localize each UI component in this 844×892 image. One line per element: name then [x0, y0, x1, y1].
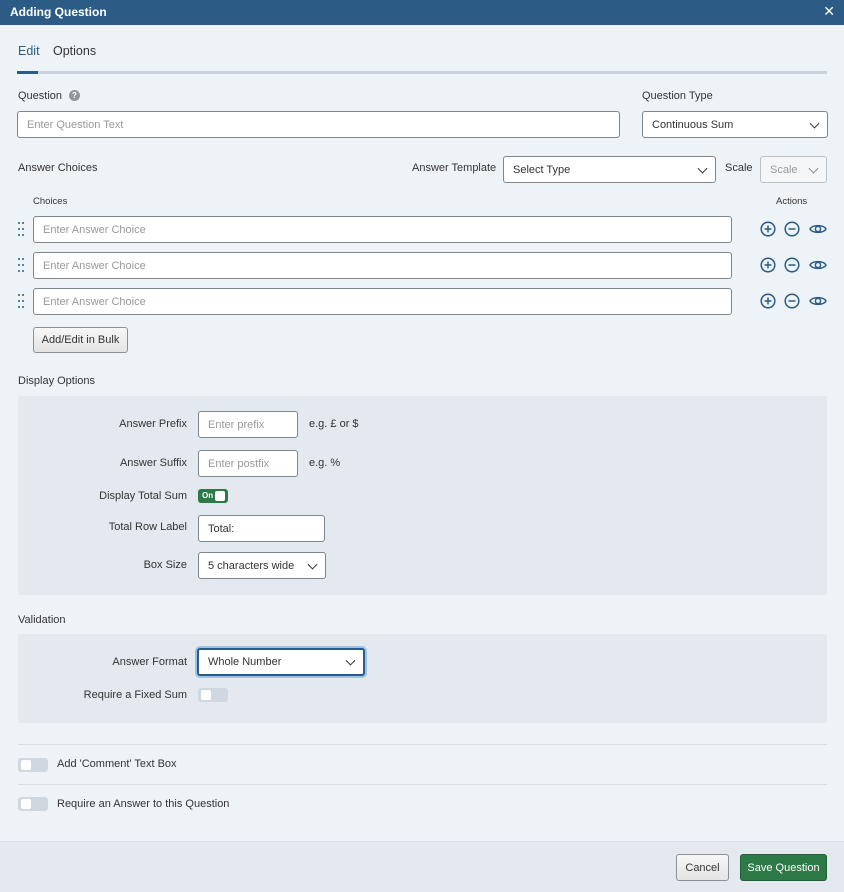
answer-prefix-input[interactable]: Enter prefix — [198, 411, 298, 438]
divider — [18, 744, 827, 745]
tab-active-indicator — [17, 71, 38, 74]
toggle-knob — [215, 491, 225, 501]
toggle-knob — [201, 690, 211, 700]
scale-select[interactable]: Scale — [760, 156, 827, 183]
divider — [18, 784, 827, 785]
comment-label: Add 'Comment' Text Box — [57, 758, 177, 770]
close-icon[interactable]: ✕ — [823, 3, 835, 20]
box-size-select[interactable]: 5 characters wide — [198, 552, 326, 579]
cancel-button[interactable]: Cancel — [676, 854, 729, 881]
answer-suffix-input[interactable]: Enter postfix — [198, 450, 298, 477]
chevron-down-icon — [307, 559, 318, 570]
chevron-down-icon — [809, 118, 820, 129]
answer-choices-label: Answer Choices — [18, 162, 98, 174]
remove-choice-icon[interactable] — [784, 257, 800, 273]
answer-prefix-label: Answer Prefix — [119, 418, 187, 430]
comment-toggle[interactable] — [18, 758, 48, 772]
dialog-titlebar: Adding Question ✕ — [0, 0, 844, 25]
box-size-label: Box Size — [143, 559, 187, 571]
eye-icon[interactable] — [809, 257, 827, 273]
eye-icon[interactable] — [809, 293, 827, 309]
answer-template-select[interactable]: Select Type — [503, 156, 716, 183]
total-row-label: Total Row Label — [108, 521, 187, 533]
answer-format-select[interactable]: Whole Number — [197, 648, 365, 676]
total-row-input[interactable]: Total: — [198, 515, 325, 542]
fixed-sum-toggle[interactable] — [198, 688, 228, 702]
actions-header: Actions — [776, 196, 808, 207]
tab-edit[interactable]: Edit — [18, 44, 40, 58]
dialog-title: Adding Question — [10, 5, 107, 19]
question-type-value: Continuous Sum — [652, 118, 734, 131]
toggle-knob — [21, 799, 31, 809]
chevron-down-icon — [345, 655, 356, 666]
drag-handle-icon[interactable] — [18, 222, 24, 236]
help-icon[interactable]: ? — [69, 90, 80, 101]
remove-choice-icon[interactable] — [784, 293, 800, 309]
answer-choice-input[interactable]: Enter Answer Choice — [33, 288, 732, 315]
add-choice-icon[interactable] — [760, 293, 776, 309]
question-label: Question — [18, 90, 63, 102]
drag-handle-icon[interactable] — [18, 294, 24, 308]
answer-format-value: Whole Number — [208, 656, 282, 668]
answer-format-label: Answer Format — [112, 656, 187, 668]
chevron-down-icon — [697, 163, 708, 174]
remove-choice-icon[interactable] — [784, 221, 800, 237]
answer-template-value: Select Type — [513, 163, 571, 176]
add-edit-bulk-button[interactable]: Add/Edit in Bulk — [33, 327, 128, 353]
choices-header: Choices — [33, 196, 68, 207]
toggle-on-text: On — [202, 491, 214, 500]
prefix-hint: e.g. £ or $ — [309, 418, 359, 430]
scale-label: Scale — [725, 162, 753, 174]
display-total-sum-toggle[interactable]: On — [198, 489, 228, 503]
answer-template-label: Answer Template — [412, 162, 497, 174]
validation-panel — [18, 634, 827, 723]
suffix-hint: e.g. % — [309, 457, 341, 469]
answer-choice-input[interactable]: Enter Answer Choice — [33, 252, 732, 279]
add-choice-icon[interactable] — [760, 221, 776, 237]
validation-label: Validation — [18, 614, 66, 626]
scale-value: Scale — [770, 163, 798, 176]
save-question-button[interactable]: Save Question — [740, 854, 827, 881]
tab-options[interactable]: Options — [53, 44, 96, 58]
display-total-sum-label: Display Total Sum — [99, 490, 187, 502]
drag-handle-icon[interactable] — [18, 258, 24, 272]
question-type-select[interactable]: Continuous Sum — [642, 111, 828, 138]
fixed-sum-label: Require a Fixed Sum — [83, 689, 187, 701]
answer-suffix-label: Answer Suffix — [119, 457, 187, 469]
answer-choice-input[interactable]: Enter Answer Choice — [33, 216, 732, 243]
chevron-down-icon — [808, 163, 819, 174]
display-options-label: Display Options — [18, 375, 96, 387]
require-answer-label: Require an Answer to this Question — [57, 798, 230, 810]
box-size-value: 5 characters wide — [208, 559, 295, 572]
require-answer-toggle[interactable] — [18, 797, 48, 811]
question-type-label: Question Type — [642, 90, 713, 102]
add-choice-icon[interactable] — [760, 257, 776, 273]
question-input[interactable]: Enter Question Text — [17, 111, 620, 138]
eye-icon[interactable] — [809, 221, 827, 237]
toggle-knob — [21, 760, 31, 770]
tab-divider — [17, 71, 827, 74]
